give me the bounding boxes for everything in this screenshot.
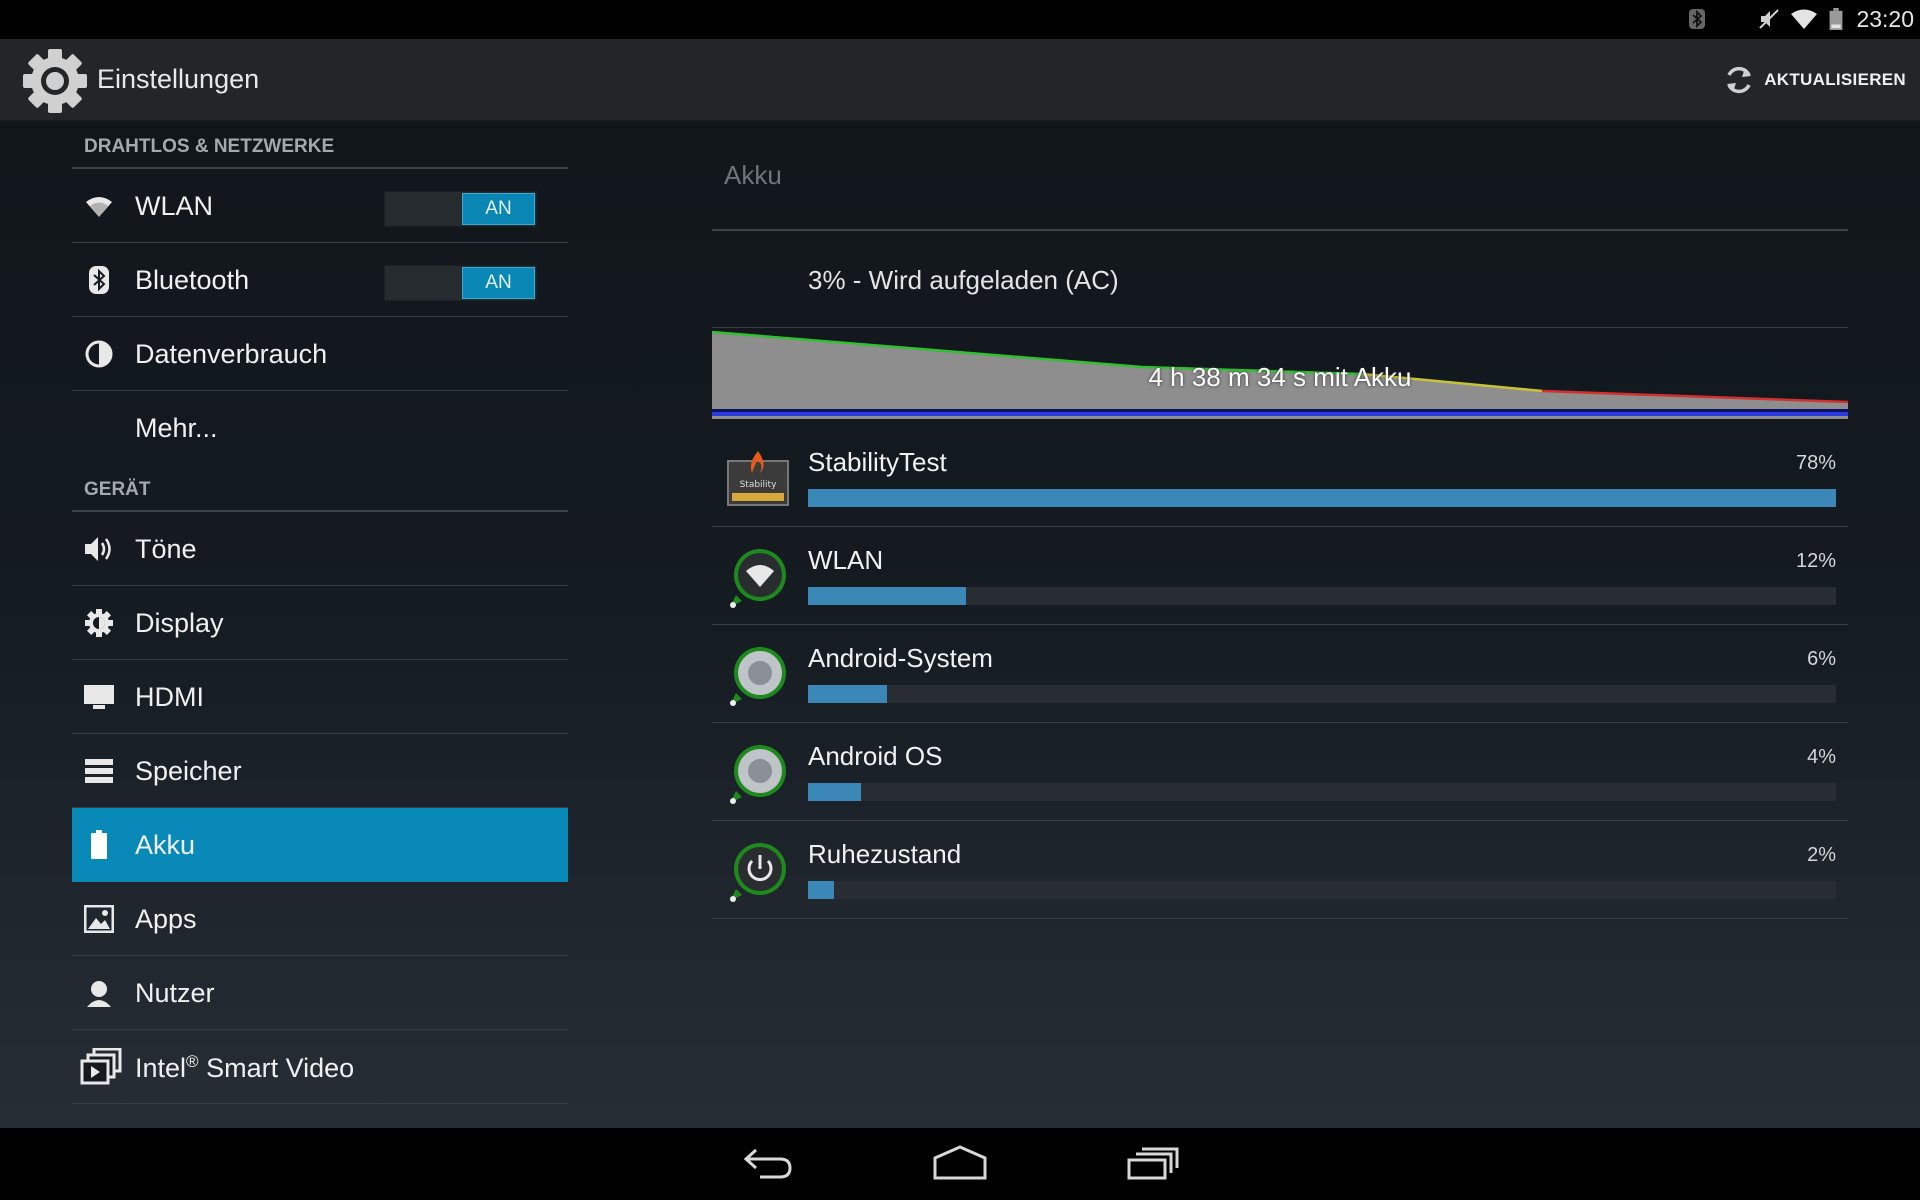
refresh-label: AKTUALISIEREN [1764,70,1906,89]
home-button[interactable] [932,1144,988,1182]
back-button[interactable] [742,1144,794,1182]
usage-bar-track [808,881,1836,899]
wifi-usage-icon [724,545,792,613]
sidebar-item-label: Töne [135,534,197,564]
toggle-state: AN [462,267,535,299]
monitor-icon [82,680,116,714]
settings-sidebar: DRAHTLOS & NETZWERKE WLAN AN Bluetooth A… [72,122,568,1128]
app-percent: 4% [1807,746,1836,768]
status-bar: 23:20 [0,0,1920,39]
user-icon [82,976,116,1010]
sidebar-item-smart-video[interactable]: Intel® Smart Video [72,1030,568,1104]
sidebar-item-label: Akku [135,830,196,860]
apps-icon [82,902,116,936]
usage-bar-track [808,783,1836,801]
navigation-bar [0,1128,1920,1200]
app-usage-row[interactable]: Ruhezustand 2% [712,821,1848,919]
power-icon [724,839,792,907]
sidebar-item-label: Nutzer [135,978,215,1008]
storage-icon [82,754,116,788]
usage-bar-fill [808,881,835,899]
sidebar-item-label: WLAN [135,191,214,221]
wifi-icon [1791,9,1817,29]
data-usage-icon [82,337,116,371]
sidebar-item-label: Mehr... [135,413,218,443]
app-usage-row[interactable]: Android OS 4% [712,723,1848,821]
sidebar-item-nutzer[interactable]: Nutzer [72,956,568,1030]
sidebar-item-akku[interactable]: Akku [72,808,568,882]
app-name: StabilityTest [808,447,947,477]
usage-bar-fill [808,587,967,605]
sidebar-item-wlan[interactable]: WLAN AN [72,169,568,243]
divider [712,327,1848,328]
usage-bar-track [808,489,1836,507]
sidebar-item-label: Display [135,608,224,638]
bluetooth-icon [1689,9,1705,29]
sidebar-item-label: Speicher [135,756,242,786]
sidebar-item-toene[interactable]: Töne [72,512,568,586]
app-usage-row[interactable]: Android-System 6% [712,625,1848,723]
sidebar-item-datenverbrauch[interactable]: Datenverbrauch [72,317,568,391]
sidebar-item-more[interactable]: Mehr... [72,391,568,465]
speaker-icon [82,532,116,566]
app-name: Android OS [808,741,943,771]
sidebar-item-hdmi[interactable]: HDMI [72,660,568,734]
usage-bar-fill [808,489,1836,507]
app-percent: 78% [1795,452,1836,474]
divider [712,229,1848,231]
app-name: WLAN [808,545,884,575]
battery-icon [82,828,116,862]
smart-video-icon [80,1048,122,1085]
stabilitytest-app-icon: Stability [724,447,792,515]
sidebar-item-display[interactable]: Display [72,586,568,660]
usage-bar-track [808,685,1836,703]
usage-bar-fill [808,783,861,801]
bluetooth-toggle[interactable]: AN [384,265,537,301]
sidebar-item-speicher[interactable]: Speicher [72,734,568,808]
mute-icon [1759,9,1779,29]
sidebar-item-label: HDMI [135,682,204,712]
sidebar-item-bluetooth[interactable]: Bluetooth AN [72,243,568,317]
battery-icon [1829,8,1843,30]
bluetooth-icon [82,263,116,297]
app-name: Android-System [808,643,993,673]
toggle-state: AN [462,193,535,225]
action-bar: Einstellungen AKTUALISIEREN [0,39,1920,122]
sidebar-item-label: Apps [135,904,197,934]
battery-detail-pane: Akku 3% - Wird aufgeladen (AC) 4 h 38 m … [712,122,1848,922]
settings-gear-icon[interactable] [20,46,90,116]
usage-bar-track [808,587,1836,605]
usage-bar-fill [808,685,888,703]
graph-label: 4 h 38 m 34 s mit Akku [1148,362,1412,392]
sidebar-item-label: Datenverbrauch [135,339,328,369]
app-usage-row[interactable]: Stability StabilityTest 78% [712,429,1848,527]
app-title: Einstellungen [97,64,260,94]
category-header: GERÄT [72,465,568,512]
sidebar-item-label: Bluetooth [135,265,250,295]
wifi-icon [82,189,116,223]
category-header: DRAHTLOS & NETZWERKE [72,122,568,169]
app-usage-row[interactable]: WLAN 12% [712,527,1848,625]
brightness-icon [82,606,116,640]
sidebar-item-apps[interactable]: Apps [72,882,568,956]
sidebar-item-label: Intel® Smart Video [135,1052,355,1083]
refresh-button[interactable]: AKTUALISIEREN [1722,57,1906,103]
wlan-toggle[interactable]: AN [384,191,537,227]
clock: 23:20 [1856,6,1914,32]
battery-status: 3% - Wird aufgeladen (AC) [808,265,1119,295]
svg-text:Stability: Stability [740,480,778,490]
app-percent: 12% [1795,550,1836,572]
app-percent: 2% [1807,844,1836,866]
refresh-icon [1727,66,1752,94]
app-name: Ruhezustand [808,839,962,869]
page-title: Akku [724,160,782,190]
android-system-icon [724,643,792,711]
android-os-icon [724,741,792,809]
app-percent: 6% [1807,648,1836,670]
recents-button[interactable] [1126,1144,1180,1182]
